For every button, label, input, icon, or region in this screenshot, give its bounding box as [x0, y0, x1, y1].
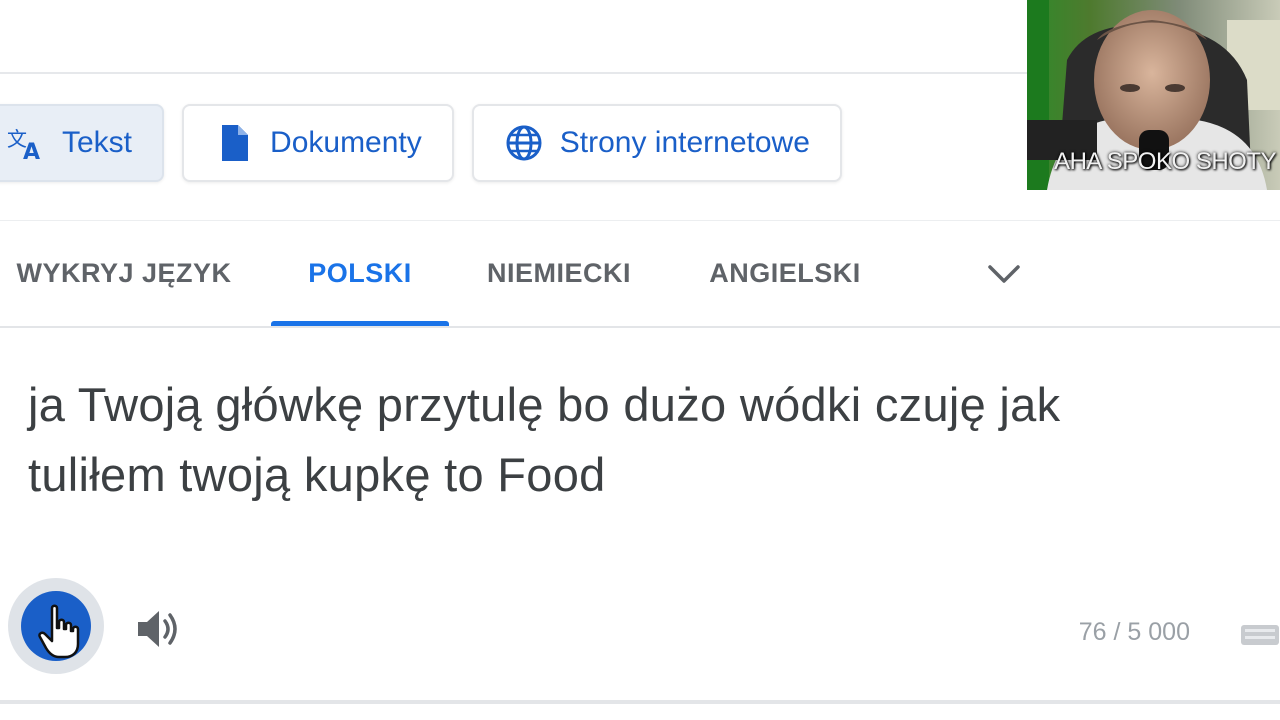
character-counter: 76 / 5 000	[1078, 618, 1190, 646]
speaker-icon[interactable]	[134, 606, 184, 652]
mode-tabs: 文 A Tekst Dokumenty Strony internetowe	[0, 104, 842, 184]
source-text-area[interactable]: ja Twoją główkę przytulę bo dużo wódki c…	[28, 370, 1228, 510]
webcam-caption: AHA SPOKO SHOTY	[1054, 148, 1276, 175]
active-language-indicator	[271, 321, 449, 326]
source-text-line-2: tuliłem twoją kupkę to Food	[28, 448, 606, 501]
tab-websites-label: Strony internetowe	[559, 126, 810, 159]
translator-page: 文 A Tekst Dokumenty Strony internetowe W…	[0, 0, 1280, 720]
tab-websites[interactable]: Strony internetowe	[471, 104, 842, 182]
lang-english[interactable]: ANGIELSKI	[700, 221, 870, 325]
svg-text:A: A	[23, 140, 40, 160]
keyboard-icon[interactable]	[1240, 624, 1280, 646]
tab-text-label: Tekst	[62, 126, 133, 159]
lang-polish[interactable]: POLSKI	[271, 221, 449, 325]
source-text-line-1: ja Twoją główkę przytulę bo dużo wódki c…	[28, 378, 1061, 431]
tab-documents[interactable]: Dokumenty	[182, 104, 454, 182]
hand-cursor-icon	[38, 604, 80, 659]
language-selector-bar: WYKRYJ JĘZYK POLSKI NIEMIECKI ANGIELSKI	[0, 220, 1280, 328]
document-icon	[214, 123, 254, 163]
globe-icon	[504, 123, 544, 163]
lang-detect[interactable]: WYKRYJ JĘZYK	[10, 221, 238, 325]
chevron-down-icon[interactable]	[984, 257, 1024, 289]
webcam-overlay: AHA SPOKO SHOTY	[1027, 0, 1280, 190]
tab-text[interactable]: 文 A Tekst	[0, 104, 165, 182]
tab-documents-label: Dokumenty	[270, 126, 422, 159]
panel-divider	[0, 700, 1280, 704]
lang-german[interactable]: NIEMIECKI	[476, 221, 642, 325]
translate-icon: 文 A	[6, 123, 46, 163]
